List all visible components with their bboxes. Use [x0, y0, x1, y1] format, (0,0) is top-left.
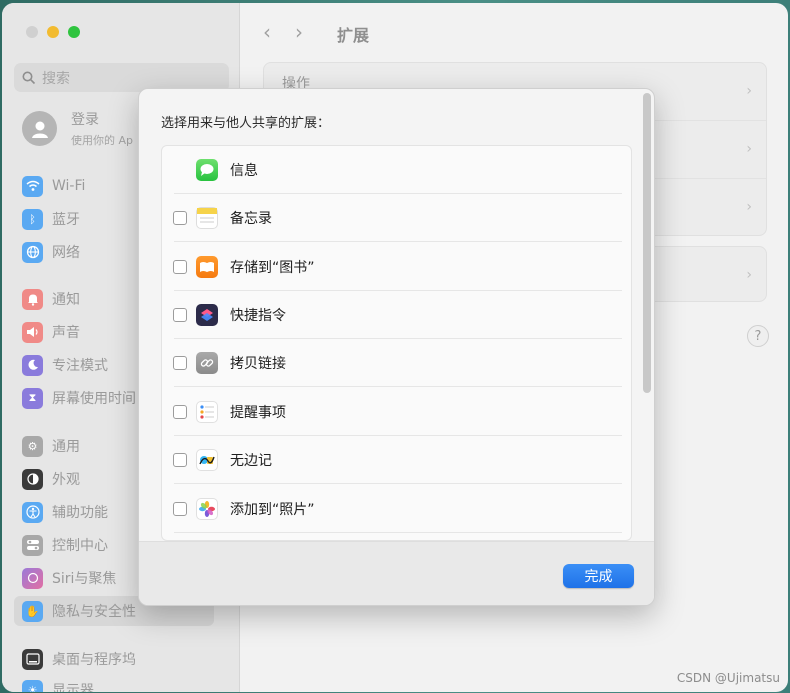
- sidebar-item-label: 专注模式: [52, 358, 108, 374]
- moon-icon: [22, 354, 43, 376]
- list-item-shortcuts[interactable]: 快捷指令: [162, 291, 622, 339]
- dock-icon: [22, 648, 43, 670]
- bell-icon: [22, 288, 43, 310]
- gear-icon: ⚙: [22, 435, 43, 457]
- accessibility-icon: [22, 501, 43, 523]
- control-center-icon: [22, 534, 43, 556]
- sidebar-item-label: 桌面与程序坞: [52, 652, 136, 668]
- hand-icon: ✋: [22, 600, 43, 622]
- back-icon[interactable]: ‹: [263, 20, 271, 44]
- display-icon: ☀: [22, 679, 43, 692]
- notes-icon: [196, 207, 218, 229]
- sidebar-item-label: 网络: [52, 245, 80, 261]
- speaker-icon: [22, 321, 43, 343]
- share-extensions-dialog: 选择用来与他人共享的扩展： 信息 备忘录 存储到“图书” 快捷指令 拷贝链接 提…: [138, 88, 655, 606]
- books-icon: [196, 256, 218, 278]
- sidebar-item-displays[interactable]: ☀ 显示器: [14, 675, 214, 692]
- extensions-list: 信息 备忘录 存储到“图书” 快捷指令 拷贝链接 提醒事项 无边记 添加到“照片…: [161, 145, 632, 541]
- messages-icon: [196, 159, 218, 181]
- sidebar-item-label: 隐私与安全性: [52, 604, 136, 620]
- list-item-notes[interactable]: 备忘录: [162, 194, 622, 242]
- sidebar-item-label: 通用: [52, 439, 80, 455]
- list-item-label: 拷贝链接: [230, 356, 286, 372]
- sidebar-item-label: 声音: [52, 325, 80, 341]
- list-item-label: 存储到“图书”: [230, 260, 315, 276]
- dialog-title: 选择用来与他人共享的扩展：: [161, 116, 331, 131]
- chevron-right-icon: ›: [746, 267, 752, 283]
- sidebar-item-label: 通知: [52, 292, 80, 308]
- chevron-right-icon: ›: [746, 141, 752, 157]
- search-placeholder: 搜索: [42, 70, 70, 87]
- list-item-label: 添加到“照片”: [230, 502, 315, 518]
- photos-icon: [196, 498, 218, 520]
- watermark: CSDN @Ujimatsu: [676, 671, 780, 685]
- done-button[interactable]: 完成: [563, 564, 634, 588]
- avatar-icon: [22, 111, 57, 146]
- checkbox[interactable]: [173, 405, 187, 419]
- sidebar-item-label: 控制中心: [52, 538, 108, 554]
- profile-title: 登录: [71, 112, 99, 128]
- sidebar-item-label: 屏幕使用时间: [52, 391, 136, 407]
- scrollbar[interactable]: [643, 93, 651, 393]
- list-item-label: 提醒事项: [230, 405, 286, 421]
- wifi-icon: [22, 175, 43, 197]
- list-item-freeform[interactable]: 无边记: [162, 436, 622, 484]
- page-title: 扩展: [337, 26, 370, 45]
- chevron-right-icon: ›: [746, 83, 752, 99]
- zoom-button[interactable]: [68, 26, 80, 38]
- profile-subtitle: 使用你的 Ap: [71, 134, 134, 147]
- nav-buttons: ‹ ›: [263, 20, 327, 44]
- checkbox[interactable]: [173, 453, 187, 467]
- sidebar-item-label: 蓝牙: [52, 212, 80, 228]
- checkbox[interactable]: [173, 211, 187, 225]
- forward-icon[interactable]: ›: [295, 20, 303, 44]
- sidebar-item-label: 辅助功能: [52, 505, 108, 521]
- hourglass-icon: ⧗: [22, 387, 43, 409]
- checkbox[interactable]: [173, 260, 187, 274]
- freeform-icon: [196, 449, 218, 471]
- minimize-button[interactable]: [47, 26, 59, 38]
- list-item-label: 无边记: [230, 453, 272, 469]
- list-item-label: 快捷指令: [230, 308, 286, 324]
- close-button[interactable]: [26, 26, 38, 38]
- reminders-icon: [196, 401, 218, 423]
- list-item-label: 信息: [230, 163, 258, 179]
- chevron-right-icon: ›: [746, 199, 752, 215]
- shortcuts-icon: [196, 304, 218, 326]
- sidebar-item-desktop-dock[interactable]: 桌面与程序坞: [14, 644, 214, 674]
- list-item-label: 备忘录: [230, 211, 272, 227]
- dialog-footer: 完成: [139, 541, 654, 605]
- checkbox[interactable]: [173, 356, 187, 370]
- appearance-icon: [22, 468, 43, 490]
- sidebar-item-label: 外观: [52, 472, 80, 488]
- link-icon: [196, 352, 218, 374]
- list-item-books[interactable]: 存储到“图书”: [162, 243, 622, 291]
- siri-icon: [22, 567, 43, 589]
- profile-signin[interactable]: 登录 使用你的 Ap: [22, 109, 133, 148]
- window-controls: [26, 26, 80, 38]
- checkbox[interactable]: [173, 502, 187, 516]
- help-button[interactable]: ?: [747, 325, 769, 347]
- sidebar-item-label: Wi-Fi: [52, 178, 86, 194]
- list-item-copy-link[interactable]: 拷贝链接: [162, 339, 622, 387]
- sidebar-item-label: 显示器: [52, 683, 94, 692]
- checkbox[interactable]: [173, 308, 187, 322]
- list-item-photos[interactable]: 添加到“照片”: [162, 485, 622, 533]
- list-item-reminders[interactable]: 提醒事项: [162, 388, 622, 436]
- sidebar-item-label: Siri与聚焦: [52, 571, 117, 587]
- globe-icon: [22, 241, 43, 263]
- bluetooth-icon: ᛒ: [22, 208, 43, 230]
- list-item-messages[interactable]: 信息: [162, 146, 622, 194]
- search-icon: [22, 71, 36, 84]
